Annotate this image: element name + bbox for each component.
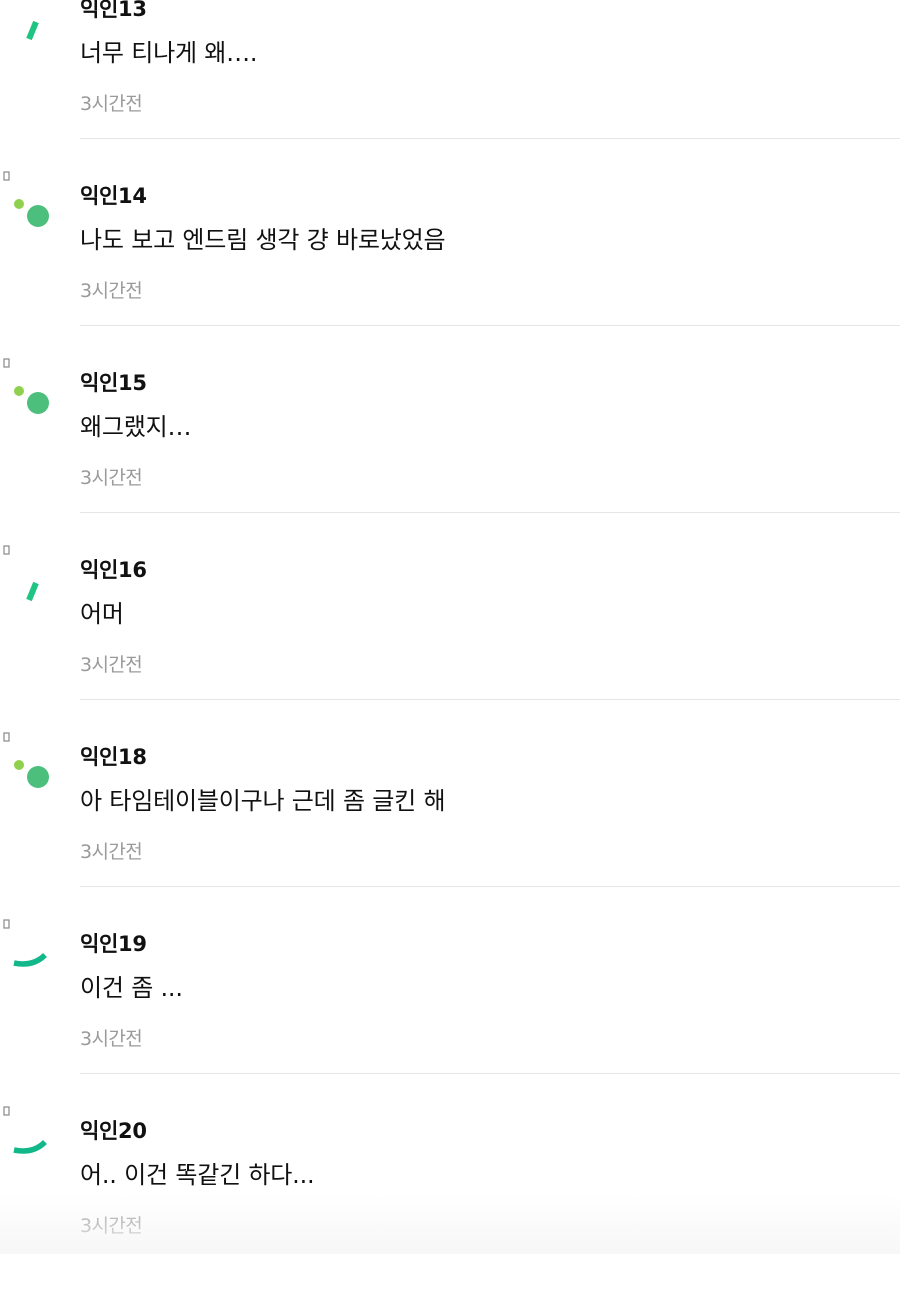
divider (80, 138, 900, 139)
loading-dots-icon (14, 199, 49, 227)
comment-time: 3시간전 (80, 280, 143, 302)
divider (80, 1073, 900, 1074)
comment-time: 3시간전 (80, 1028, 143, 1050)
loading-dots-icon (14, 760, 49, 788)
comment-time: 3시간전 (80, 1215, 143, 1237)
image-placeholder-icon (3, 358, 10, 368)
comment-list: 익인13 너무 티나게 왜…. 3시간전 익인14 나도 보고 엔드림 생각 걍… (0, 0, 900, 1292)
image-placeholder-icon (3, 171, 10, 181)
avatar[interactable] (0, 1105, 60, 1175)
comment-author[interactable]: 익인15 (80, 366, 147, 400)
comment-item: 익인19 이건 좀 ... 3시간전 (0, 918, 900, 1105)
comment-item: 익인20 어.. 이건 똑같긴 하다... 3시간전 (0, 1105, 900, 1292)
comment-text: 어.. 이건 똑같긴 하다... (80, 1161, 315, 1189)
comment-item: 익인16 어머 3시간전 (0, 544, 900, 731)
comment-item: 익인15 왜그랬지… 3시간전 (0, 357, 900, 544)
comment-time: 3시간전 (80, 841, 143, 863)
loading-arc-icon (13, 952, 47, 967)
comment-text: 어머 (80, 600, 124, 628)
avatar[interactable] (0, 918, 60, 988)
image-placeholder-icon (3, 919, 10, 929)
image-placeholder-icon (3, 1106, 10, 1116)
loading-dots-icon (14, 386, 49, 414)
loading-slash-icon (26, 581, 39, 602)
comment-item: 익인13 너무 티나게 왜…. 3시간전 (0, 0, 900, 170)
divider (80, 699, 900, 700)
comment-time: 3시간전 (80, 654, 143, 676)
comment-author[interactable]: 익인19 (80, 927, 147, 961)
avatar[interactable] (0, 0, 60, 53)
comment-author[interactable]: 익인18 (80, 740, 147, 774)
loading-slash-icon (26, 20, 39, 41)
image-placeholder-icon (3, 545, 10, 555)
comment-item: 익인14 나도 보고 엔드림 생각 걍 바로났었음 3시간전 (0, 170, 900, 357)
comment-author[interactable]: 익인20 (80, 1114, 147, 1148)
avatar[interactable] (0, 170, 60, 240)
comment-time: 3시간전 (80, 93, 143, 115)
comment-text: 왜그랬지… (80, 413, 192, 441)
comment-text: 아 타임테이블이구나 근데 좀 글킨 해 (80, 787, 446, 815)
avatar[interactable] (0, 357, 60, 427)
comment-text: 이건 좀 ... (80, 974, 183, 1002)
avatar[interactable] (0, 544, 60, 614)
loading-arc-icon (13, 1139, 47, 1154)
avatar[interactable] (0, 731, 60, 801)
comment-text: 너무 티나게 왜…. (80, 39, 258, 67)
comment-author[interactable]: 익인14 (80, 179, 147, 213)
divider (80, 886, 900, 887)
comment-author[interactable]: 익인13 (80, 0, 147, 26)
comment-author[interactable]: 익인16 (80, 553, 147, 587)
comment-time: 3시간전 (80, 467, 143, 489)
divider (80, 325, 900, 326)
image-placeholder-icon (3, 732, 10, 742)
divider (80, 512, 900, 513)
comment-item: 익인18 아 타임테이블이구나 근데 좀 글킨 해 3시간전 (0, 731, 900, 918)
comment-text: 나도 보고 엔드림 생각 걍 바로났었음 (80, 226, 446, 254)
